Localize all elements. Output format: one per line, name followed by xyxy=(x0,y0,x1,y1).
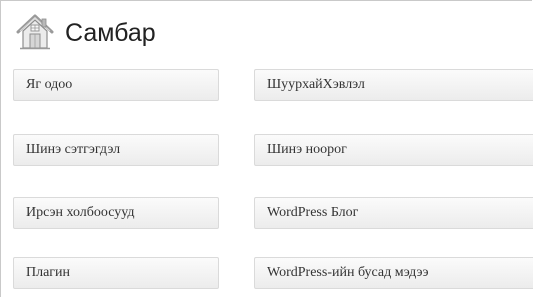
link-recent-comments[interactable]: Шинэ сэтгэгдэл xyxy=(13,134,219,166)
link-recent-drafts[interactable]: Шинэ ноорог xyxy=(254,134,533,166)
link-label: Шинэ сэтгэгдэл xyxy=(26,142,121,157)
link-label: Плагин xyxy=(26,265,71,280)
panel-header: Самбар xyxy=(15,12,156,52)
link-other-wordpress-news[interactable]: WordPress-ийн бусад мэдээ xyxy=(254,257,533,289)
link-label: Шинэ ноорог xyxy=(267,142,347,157)
link-label: Яг одоо xyxy=(26,77,73,92)
link-wordpress-blog[interactable]: WordPress Блог xyxy=(254,197,533,229)
link-label: WordPress Блог xyxy=(267,205,359,220)
dashboard-panel: Самбар Яг одоо Шинэ сэтгэгдэл Ирсэн холб… xyxy=(0,0,533,297)
link-label: Ирсэн холбоосууд xyxy=(26,205,135,220)
link-label: ШуурхайХэвлэл xyxy=(267,77,365,92)
home-icon xyxy=(16,14,54,50)
link-label: WordPress-ийн бусад мэдээ xyxy=(267,265,429,280)
link-quickpress[interactable]: ШуурхайХэвлэл xyxy=(254,69,533,101)
page-title: Самбар xyxy=(65,18,156,47)
link-right-now[interactable]: Яг одоо xyxy=(13,69,219,101)
link-plugins[interactable]: Плагин xyxy=(13,257,219,289)
link-incoming-links[interactable]: Ирсэн холбоосууд xyxy=(13,197,219,229)
